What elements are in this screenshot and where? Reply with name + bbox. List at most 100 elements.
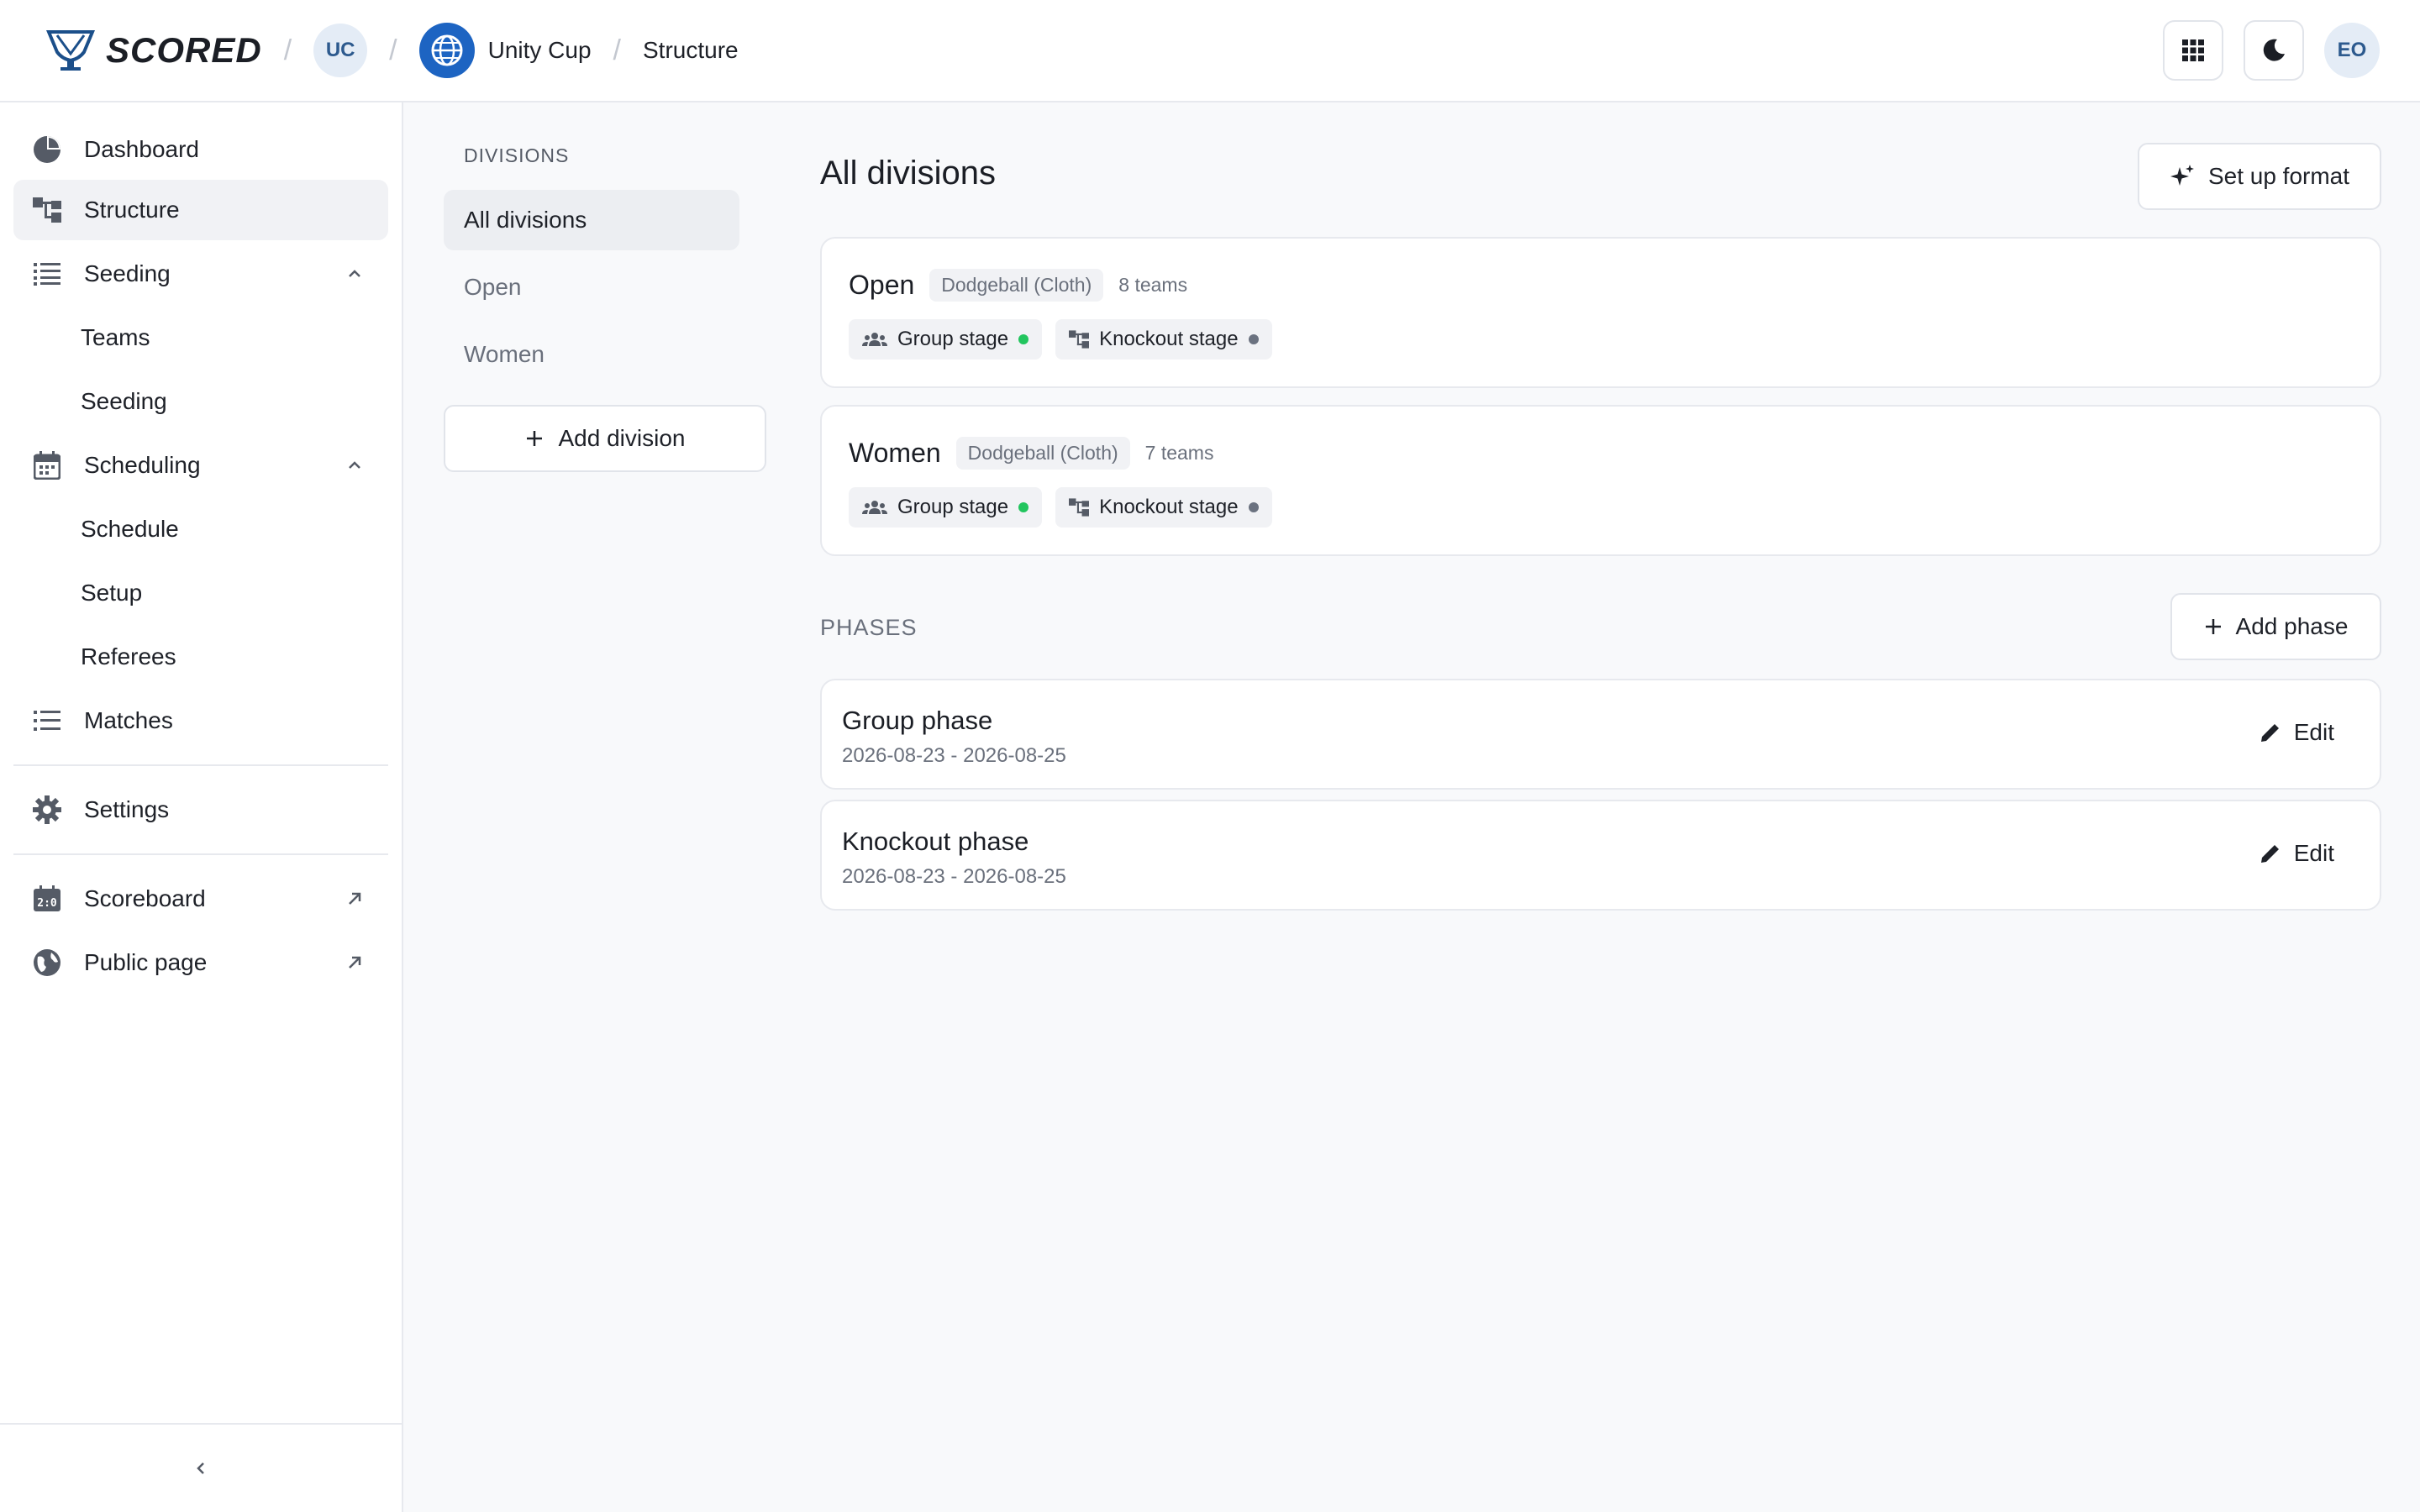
division-name: Open [849,270,915,300]
scoreboard-icon: 2:0 [32,884,62,914]
sidebar-item-setup[interactable]: Setup [81,563,142,623]
stage-chip-group[interactable]: Group stage [849,487,1043,528]
division-card-open[interactable]: Open Dodgeball (Cloth) 8 teams Group sta… [820,237,2381,388]
top-bar: SCORED / UC / Unity Cup / Structure EO [0,0,2420,102]
external-link-arrow-icon [343,951,366,974]
gear-icon [32,795,62,825]
stage-chip-knockout[interactable]: Knockout stage [1055,487,1272,528]
stage-chip-group[interactable]: Group stage [849,319,1043,360]
division-item-all[interactable]: All divisions [444,190,739,250]
sidebar-item-scheduling-group[interactable]: Scheduling [13,435,388,496]
list-icon [32,259,62,289]
edit-phase-button[interactable]: Edit [2259,840,2334,867]
sidebar-item-matches[interactable]: Matches [13,690,388,751]
stage-status-dot [1018,334,1029,344]
stage-label: Group stage [897,328,1009,350]
sidebar-divider [13,764,388,766]
user-avatar[interactable]: EO [2324,23,2380,78]
moon-icon [2260,37,2287,64]
sidebar-item-label: Structure [84,197,180,223]
sidebar-divider [13,853,388,855]
phase-name: Group phase [842,706,993,735]
list-icon [32,706,62,736]
divisions-heading: DIVISIONS [464,144,570,166]
division-item-women[interactable]: Women [444,324,739,385]
sidebar-item-scoreboard[interactable]: 2:0 Scoreboard [13,869,388,929]
phase-dates: 2026-08-23 - 2026-08-25 [842,744,1066,767]
structure-icon [32,195,62,225]
bracket-icon [1069,498,1090,517]
sidebar: Dashboard Structure Seeding Teams Seedin… [0,102,403,1512]
stage-chip-knockout[interactable]: Knockout stage [1055,319,1272,360]
stage-label: Knockout stage [1099,328,1239,350]
sidebar-item-label: Dashboard [84,136,199,162]
plus-icon [525,429,544,448]
pie-chart-icon [32,134,62,165]
collapse-sidebar-button[interactable] [0,1423,402,1512]
phase-name: Knockout phase [842,827,1029,856]
org-avatar[interactable]: UC [313,24,368,77]
edit-label: Edit [2293,719,2334,745]
sidebar-item-structure[interactable]: Structure [13,180,388,240]
bracket-icon [1069,330,1090,349]
chevron-up-icon [343,454,366,477]
set-up-format-button[interactable]: Set up format [2138,143,2381,210]
edit-phase-button[interactable]: Edit [2259,719,2334,746]
grid-icon [2181,39,2205,62]
sidebar-item-label: Matches [84,707,173,733]
sidebar-item-label: Settings [84,796,170,822]
plus-icon [2204,617,2223,636]
stage-status-dot [1248,334,1259,344]
add-division-label: Add division [558,425,686,451]
sidebar-item-label: Seeding [84,260,171,286]
apps-grid-button[interactable] [2163,20,2223,81]
team-count: 8 teams [1118,274,1188,296]
calendar-icon [32,450,62,480]
sidebar-item-referees[interactable]: Referees [81,627,176,687]
dark-mode-toggle[interactable] [2244,20,2304,81]
sidebar-item-teams[interactable]: Teams [81,307,150,368]
brand-name: SCORED [106,30,262,70]
breadcrumb-tournament[interactable]: Unity Cup [488,37,592,64]
stage-status-dot [1018,502,1029,512]
phase-card-group: Group phase 2026-08-23 - 2026-08-25 Edit [820,679,2381,790]
sparkles-icon [2170,164,2195,189]
breadcrumb-page: Structure [643,37,739,63]
add-division-button[interactable]: Add division [444,405,766,472]
sidebar-item-public-page[interactable]: Public page [13,932,388,993]
stage-status-dot [1248,502,1259,512]
tournament-globe-icon [418,23,475,78]
page-title: All divisions [820,155,996,192]
breadcrumb-separator: / [283,34,292,66]
sidebar-item-seeding[interactable]: Seeding [81,371,167,432]
sidebar-item-label: Scheduling [84,452,201,478]
sport-badge: Dodgeball (Cloth) [929,269,1104,302]
external-link-arrow-icon [343,887,366,911]
stage-label: Knockout stage [1099,496,1239,518]
trophy-icon [45,29,96,72]
sidebar-item-schedule[interactable]: Schedule [81,499,179,559]
set-up-format-label: Set up format [2207,163,2350,189]
chevron-left-icon [189,1457,213,1480]
division-item-open[interactable]: Open [444,257,739,318]
sidebar-item-label: Scoreboard [84,885,206,911]
brand-logo[interactable]: SCORED [45,29,262,72]
phase-dates: 2026-08-23 - 2026-08-25 [842,865,1066,888]
sidebar-item-settings[interactable]: Settings [13,780,388,840]
division-card-women[interactable]: Women Dodgeball (Cloth) 7 teams Group st… [820,405,2381,556]
sidebar-item-dashboard[interactable]: Dashboard [13,119,388,180]
group-people-icon [862,331,887,348]
breadcrumb-separator: / [389,34,397,66]
pencil-icon [2259,721,2282,744]
sport-badge: Dodgeball (Cloth) [955,437,1130,470]
breadcrumb-separator: / [613,34,621,66]
svg-text:2:0: 2:0 [37,897,57,910]
phase-card-knockout: Knockout phase 2026-08-23 - 2026-08-25 E… [820,800,2381,911]
sidebar-item-seeding-group[interactable]: Seeding [13,244,388,304]
add-phase-label: Add phase [2235,613,2349,639]
add-phase-button[interactable]: Add phase [2170,593,2381,660]
team-count: 7 teams [1144,442,1214,464]
division-name: Women [849,438,941,468]
stage-label: Group stage [897,496,1009,518]
sidebar-item-label: Public page [84,949,208,975]
